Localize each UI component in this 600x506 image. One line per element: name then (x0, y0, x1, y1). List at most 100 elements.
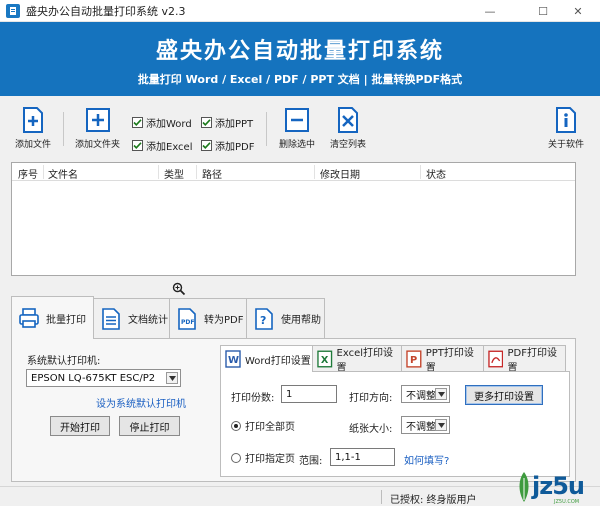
printer-select-value: EPSON LQ-675KT ESC/P2 (31, 372, 156, 384)
tab-label: PDF打印设置 (507, 347, 557, 374)
column-header-filename[interactable]: 文件名 (48, 166, 78, 181)
checkbox-add-excel[interactable]: 添加Excel (132, 138, 193, 153)
column-header-status[interactable]: 状态 (426, 166, 446, 181)
column-header-index[interactable]: 序号 (18, 166, 38, 181)
chevron-down-icon (435, 419, 447, 431)
maximize-button[interactable]: ☐ (526, 0, 560, 22)
tab-ppt-settings[interactable]: P PPT打印设置 (401, 345, 484, 374)
ppt-icon: P (406, 349, 422, 368)
tab-excel-settings[interactable]: X Excel打印设置 (312, 345, 402, 374)
info-icon (556, 107, 576, 133)
radio-print-range[interactable]: 打印指定页 (231, 450, 295, 465)
more-print-settings-button[interactable]: 更多打印设置 (465, 385, 543, 405)
tab-label: 文档统计 (128, 315, 168, 326)
svg-text:PDF: PDF (181, 319, 194, 326)
checkbox-label: 添加PPT (215, 119, 254, 130)
license-status: 已授权: 终身版用户 (390, 495, 477, 506)
add-file-icon (23, 107, 43, 133)
range-input[interactable]: 1,1-1 (330, 448, 395, 466)
help-icon: ? (255, 307, 273, 330)
column-header-type[interactable]: 类型 (164, 166, 184, 181)
svg-text:X: X (321, 354, 329, 365)
add-folder-icon (85, 108, 110, 132)
tab-batch-print[interactable]: 批量打印 (11, 296, 94, 339)
tab-label: 批量打印 (46, 314, 86, 326)
how-to-fill-link[interactable]: 如何填写? (404, 452, 449, 467)
checkbox-label: 添加PDF (215, 142, 255, 153)
add-file-label: 添加文件 (15, 140, 52, 150)
status-divider (381, 490, 382, 504)
tab-document-stats[interactable]: 文档统计 (93, 298, 170, 338)
toolbar: 添加文件 添加文件夹 添加Word 添加PPT 添加Excel 添加PDF 删除… (0, 96, 600, 158)
minimize-button[interactable]: — (473, 0, 507, 22)
clear-list-label: 清空列表 (330, 140, 367, 150)
tab-help[interactable]: ? 使用帮助 (246, 298, 325, 338)
tab-word-settings[interactable]: W Word打印设置 (220, 345, 313, 372)
site-watermark: jz5u JZ5U.COM (512, 468, 600, 506)
app-banner: 盛央办公自动批量打印系统 批量打印 Word / Excel / PDF / P… (0, 22, 600, 96)
paper-size-label: 纸张大小: (349, 424, 393, 435)
checkbox-label: 添加Excel (146, 142, 193, 153)
radio-label: 打印全部页 (245, 422, 295, 433)
copies-input[interactable]: 1 (281, 385, 337, 403)
checkbox-add-pdf[interactable]: 添加PDF (201, 138, 254, 153)
file-list-header: 序号 文件名 类型 路径 修改日期 状态 (12, 163, 575, 181)
file-list-table[interactable]: 序号 文件名 类型 路径 修改日期 状态 (11, 162, 576, 276)
chevron-down-icon (435, 388, 447, 400)
title-bar: 盛央办公自动批量打印系统 v2.3 — ☐ ✕ (0, 0, 600, 22)
banner-subtitle: 批量打印 Word / Excel / PDF / PPT 文档 | 批量转换P… (137, 73, 463, 86)
checkbox-add-word[interactable]: 添加Word (132, 115, 192, 130)
svg-text:?: ? (260, 314, 266, 327)
radio-print-all[interactable]: 打印全部页 (231, 418, 295, 433)
checkbox-box (132, 117, 143, 128)
print-settings-tabs: W Word打印设置 X Excel打印设置 P PPT打印设置 PDF打印设置 (220, 345, 570, 374)
tab-convert-pdf[interactable]: PDF 转为PDF (169, 298, 247, 338)
svg-text:W: W (228, 355, 239, 366)
orientation-label: 打印方向: (349, 393, 393, 404)
checkbox-box (132, 140, 143, 151)
chevron-down-icon (166, 372, 178, 384)
about-button[interactable]: 关于软件 (548, 106, 584, 150)
printer-select[interactable]: EPSON LQ-675KT ESC/P2 (26, 369, 181, 387)
pdf-icon: PDF (178, 307, 196, 330)
status-bar: 已授权: 终身版用户 (0, 486, 600, 506)
checkbox-label: 添加Word (146, 119, 192, 130)
main-tabs: 批量打印 文档统计 PDF 转为PDF ? 使用帮助 (11, 296, 341, 339)
add-folder-button[interactable]: 添加文件夹 (75, 106, 120, 150)
paper-size-select-value: 不调整 (406, 421, 436, 433)
excel-icon: X (317, 350, 333, 367)
watermark-small-text: JZ5U.COM (554, 499, 580, 505)
delete-selected-label: 删除选中 (279, 140, 316, 150)
radio-label: 打印指定页 (245, 454, 295, 465)
clear-list-button[interactable]: 清空列表 (330, 106, 366, 150)
pdf-file-icon (488, 350, 504, 367)
add-folder-label: 添加文件夹 (75, 140, 121, 150)
leaf-logo-icon (519, 472, 529, 502)
word-icon: W (225, 350, 241, 368)
delete-selected-button[interactable]: 删除选中 (279, 106, 315, 150)
watermark-text: jz5u (532, 472, 585, 500)
column-header-path[interactable]: 路径 (202, 166, 222, 181)
orientation-select[interactable]: 不调整 (401, 385, 450, 403)
column-header-modified-date[interactable]: 修改日期 (320, 166, 360, 181)
stop-print-button[interactable]: 停止打印 (119, 416, 180, 436)
add-file-button[interactable]: 添加文件 (15, 106, 51, 150)
banner-title: 盛央办公自动批量打印系统 (155, 39, 444, 64)
tab-label: 转为PDF (204, 315, 244, 326)
about-label: 关于软件 (548, 140, 585, 150)
toolbar-divider (63, 112, 64, 146)
range-label: 范围: (299, 456, 323, 467)
close-button[interactable]: ✕ (561, 0, 595, 22)
start-print-button[interactable]: 开始打印 (50, 416, 110, 436)
checkbox-add-ppt[interactable]: 添加PPT (201, 115, 253, 130)
tab-label: Excel打印设置 (336, 347, 394, 374)
tab-label: 使用帮助 (281, 315, 321, 326)
window-title: 盛央办公自动批量打印系统 v2.3 (26, 4, 186, 18)
copies-label: 打印份数: (231, 393, 275, 404)
paper-size-select[interactable]: 不调整 (401, 416, 450, 434)
set-default-printer-link[interactable]: 设为系统默认打印机 (96, 395, 186, 410)
tab-pdf-settings[interactable]: PDF打印设置 (483, 345, 566, 374)
svg-text:P: P (410, 354, 417, 365)
printer-icon (19, 308, 39, 328)
radio-dot (231, 452, 241, 463)
